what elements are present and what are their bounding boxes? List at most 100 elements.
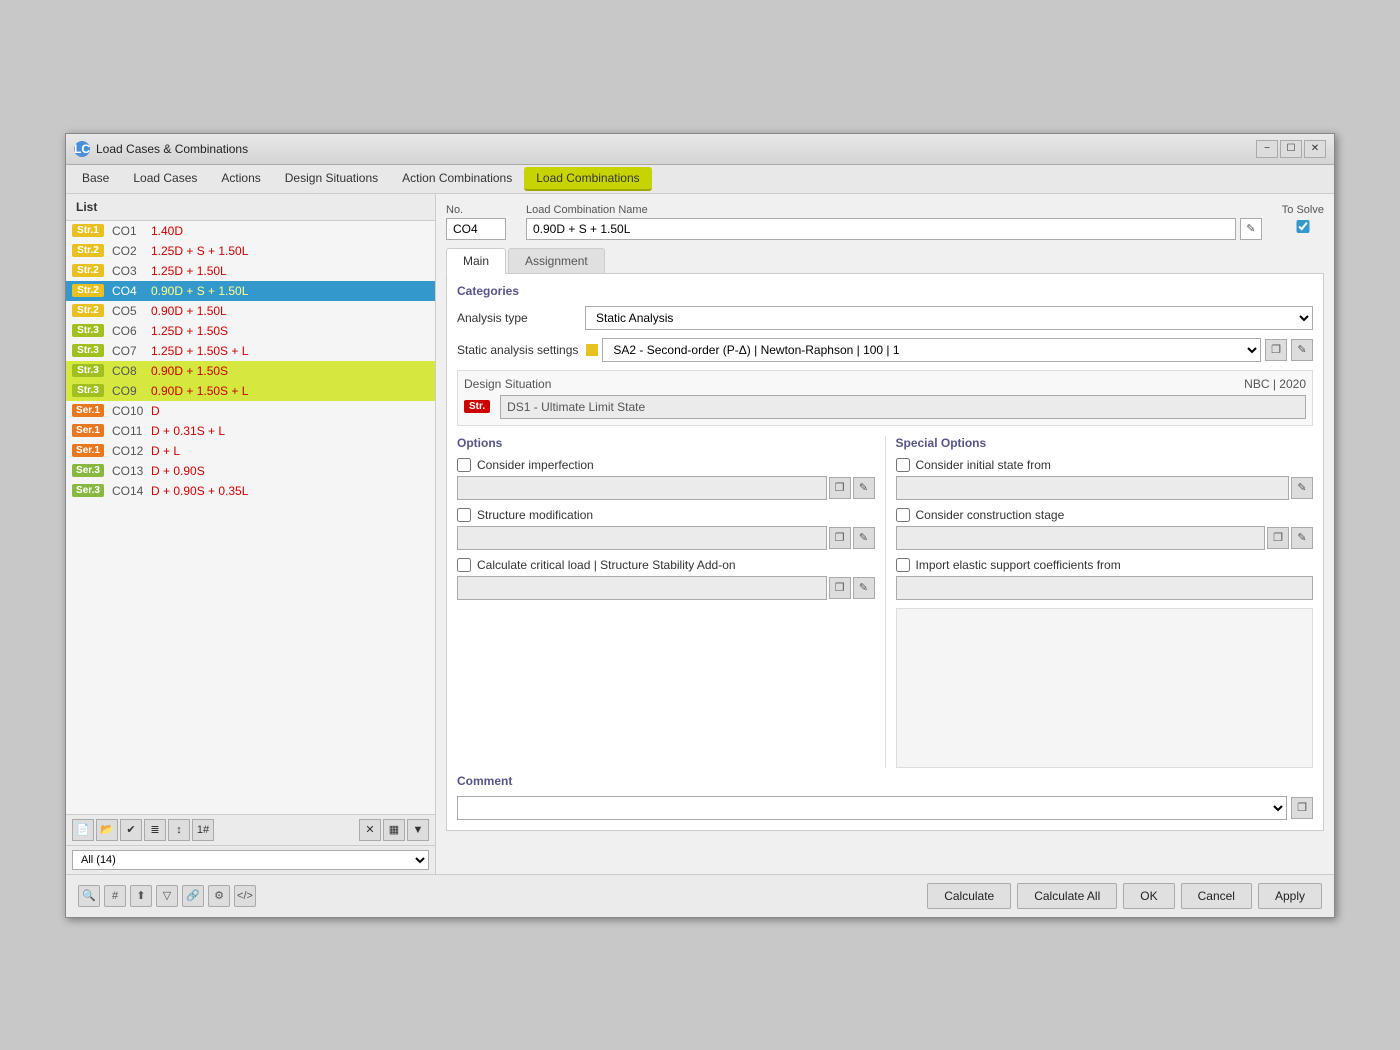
name-input[interactable] [526, 218, 1236, 240]
list-item[interactable]: Str.2 CO2 1.25D + S + 1.50L [66, 241, 435, 261]
elastic-checkbox[interactable] [896, 558, 910, 572]
settings-icon-btn[interactable]: ⚙ [208, 885, 230, 907]
menu-base[interactable]: Base [70, 167, 121, 191]
cancel-button[interactable]: Cancel [1181, 883, 1252, 909]
number-icon-btn[interactable]: # [104, 885, 126, 907]
comment-select[interactable] [457, 796, 1287, 820]
menu-load-cases[interactable]: Load Cases [121, 167, 209, 191]
critical-load-input[interactable] [457, 576, 827, 600]
no-input[interactable] [446, 218, 506, 240]
ds-input[interactable] [500, 395, 1306, 419]
item-label: D + 0.90S + 0.35L [151, 484, 248, 498]
item-tag: Str.3 [72, 384, 104, 397]
list-item[interactable]: Ser.1 CO12 D + L [66, 441, 435, 461]
structure-mod-edit-btn[interactable]: ✎ [853, 527, 875, 549]
imperfection-input[interactable] [457, 476, 827, 500]
link-icon-btn[interactable]: 🔗 [182, 885, 204, 907]
open-button[interactable]: 📂 [96, 819, 118, 841]
content-area: List Str.1 CO1 1.40D Str.2 CO2 1.25D + S… [66, 194, 1334, 874]
main-window: LC Load Cases & Combinations − ☐ ✕ Base … [65, 133, 1335, 918]
filter-select[interactable]: All (14) [72, 850, 429, 870]
maximize-button[interactable]: ☐ [1280, 140, 1302, 158]
left-panel: List Str.1 CO1 1.40D Str.2 CO2 1.25D + S… [66, 194, 436, 874]
numbered-button[interactable]: 1# [192, 819, 214, 841]
comment-label: Comment [457, 774, 1313, 788]
list-item[interactable]: Ser.1 CO11 D + 0.31S + L [66, 421, 435, 441]
top-form: No. Load Combination Name ✎ To Solve [446, 204, 1324, 240]
window-title: Load Cases & Combinations [96, 142, 248, 156]
construction-edit-btn[interactable]: ✎ [1291, 527, 1313, 549]
tab-assignment[interactable]: Assignment [508, 248, 605, 273]
menu-design-situations[interactable]: Design Situations [273, 167, 390, 191]
menu-actions[interactable]: Actions [209, 167, 272, 191]
list-item[interactable]: Ser.3 CO13 D + 0.90S [66, 461, 435, 481]
imperfection-edit-btn[interactable]: ✎ [853, 477, 875, 499]
item-label: 0.90D + 1.50L [151, 304, 227, 318]
structure-mod-input[interactable] [457, 526, 827, 550]
imperfection-checkbox[interactable] [457, 458, 471, 472]
apply-button[interactable]: Apply [1258, 883, 1322, 909]
code-icon-btn[interactable]: </> [234, 885, 256, 907]
to-solve-checkbox[interactable] [1282, 220, 1324, 233]
calculate-button[interactable]: Calculate [927, 883, 1011, 909]
new-button[interactable]: 📄 [72, 819, 94, 841]
design-situation-section: Design Situation NBC | 2020 Str. [457, 370, 1313, 426]
critical-load-edit-btn[interactable]: ✎ [853, 577, 875, 599]
initial-state-checkbox[interactable] [896, 458, 910, 472]
tab-main[interactable]: Main [446, 248, 506, 274]
sort-button[interactable]: ↕ [168, 819, 190, 841]
structure-mod-copy-btn[interactable]: ❐ [829, 527, 851, 549]
list-item[interactable]: Str.3 CO8 0.90D + 1.50S [66, 361, 435, 381]
construction-input[interactable] [896, 526, 1266, 550]
list-item[interactable]: Str.3 CO9 0.90D + 1.50S + L [66, 381, 435, 401]
sa-edit-button[interactable]: ✎ [1291, 339, 1313, 361]
elastic-input[interactable] [896, 576, 1314, 600]
list-item[interactable]: Ser.1 CO10 D [66, 401, 435, 421]
initial-state-edit-btn[interactable]: ✎ [1291, 477, 1313, 499]
item-co: CO9 [112, 384, 147, 398]
filter-icon-btn[interactable]: ▽ [156, 885, 178, 907]
menu-load-combinations[interactable]: Load Combinations [524, 167, 651, 191]
list-item[interactable]: Str.1 CO1 1.40D [66, 221, 435, 241]
menu-action-combinations[interactable]: Action Combinations [390, 167, 524, 191]
static-settings-row: Static analysis settings SA2 - Second-or… [457, 338, 1313, 362]
ok-button[interactable]: OK [1123, 883, 1174, 909]
close-button[interactable]: ✕ [1304, 140, 1326, 158]
comment-copy-btn[interactable]: ❐ [1291, 797, 1313, 819]
edit-name-button[interactable]: ✎ [1240, 218, 1262, 240]
elastic-label: Import elastic support coefficients from [916, 558, 1121, 572]
list-item[interactable]: Str.2 CO3 1.25D + 1.50L [66, 261, 435, 281]
list-item[interactable]: Ser.3 CO14 D + 0.90S + 0.35L [66, 481, 435, 501]
structure-mod-checkbox[interactable] [457, 508, 471, 522]
static-settings-select[interactable]: SA2 - Second-order (P-Δ) | Newton-Raphso… [602, 338, 1261, 362]
filter-button[interactable]: ≣ [144, 819, 166, 841]
arrow-button[interactable]: ▼ [407, 819, 429, 841]
sa-copy-button[interactable]: ❐ [1265, 339, 1287, 361]
critical-load-copy-btn[interactable]: ❐ [829, 577, 851, 599]
comment-input-row: ❐ [457, 796, 1313, 820]
item-tag: Ser.3 [72, 464, 104, 477]
list-item[interactable]: Str.3 CO6 1.25D + 1.50S [66, 321, 435, 341]
name-label: Load Combination Name [526, 204, 1262, 216]
initial-state-row: Consider initial state from [896, 458, 1314, 472]
list-item-selected[interactable]: Str.2 CO4 0.90D + S + 1.50L [66, 281, 435, 301]
list-item[interactable]: Str.3 CO7 1.25D + 1.50S + L [66, 341, 435, 361]
minimize-button[interactable]: − [1256, 140, 1278, 158]
bottom-bar: 🔍 # ⬆ ▽ 🔗 ⚙ </> Calculate Calculate All … [66, 874, 1334, 917]
analysis-type-select[interactable]: Static Analysis [585, 306, 1313, 330]
critical-load-checkbox[interactable] [457, 558, 471, 572]
search-icon-btn[interactable]: 🔍 [78, 885, 100, 907]
imperfection-copy-btn[interactable]: ❐ [829, 477, 851, 499]
item-label: D + L [151, 444, 180, 458]
layout-button[interactable]: ▦ [383, 819, 405, 841]
construction-copy-btn[interactable]: ❐ [1267, 527, 1289, 549]
list-item[interactable]: Str.2 CO5 0.90D + 1.50L [66, 301, 435, 321]
construction-checkbox[interactable] [896, 508, 910, 522]
sa-dot [586, 344, 598, 356]
initial-state-input[interactable] [896, 476, 1290, 500]
calculate-all-button[interactable]: Calculate All [1017, 883, 1117, 909]
delete-button[interactable]: ✕ [359, 819, 381, 841]
tab-content-main: Categories Analysis type Static Analysis… [446, 274, 1324, 831]
cursor-icon-btn[interactable]: ⬆ [130, 885, 152, 907]
check-button[interactable]: ✔ [120, 819, 142, 841]
